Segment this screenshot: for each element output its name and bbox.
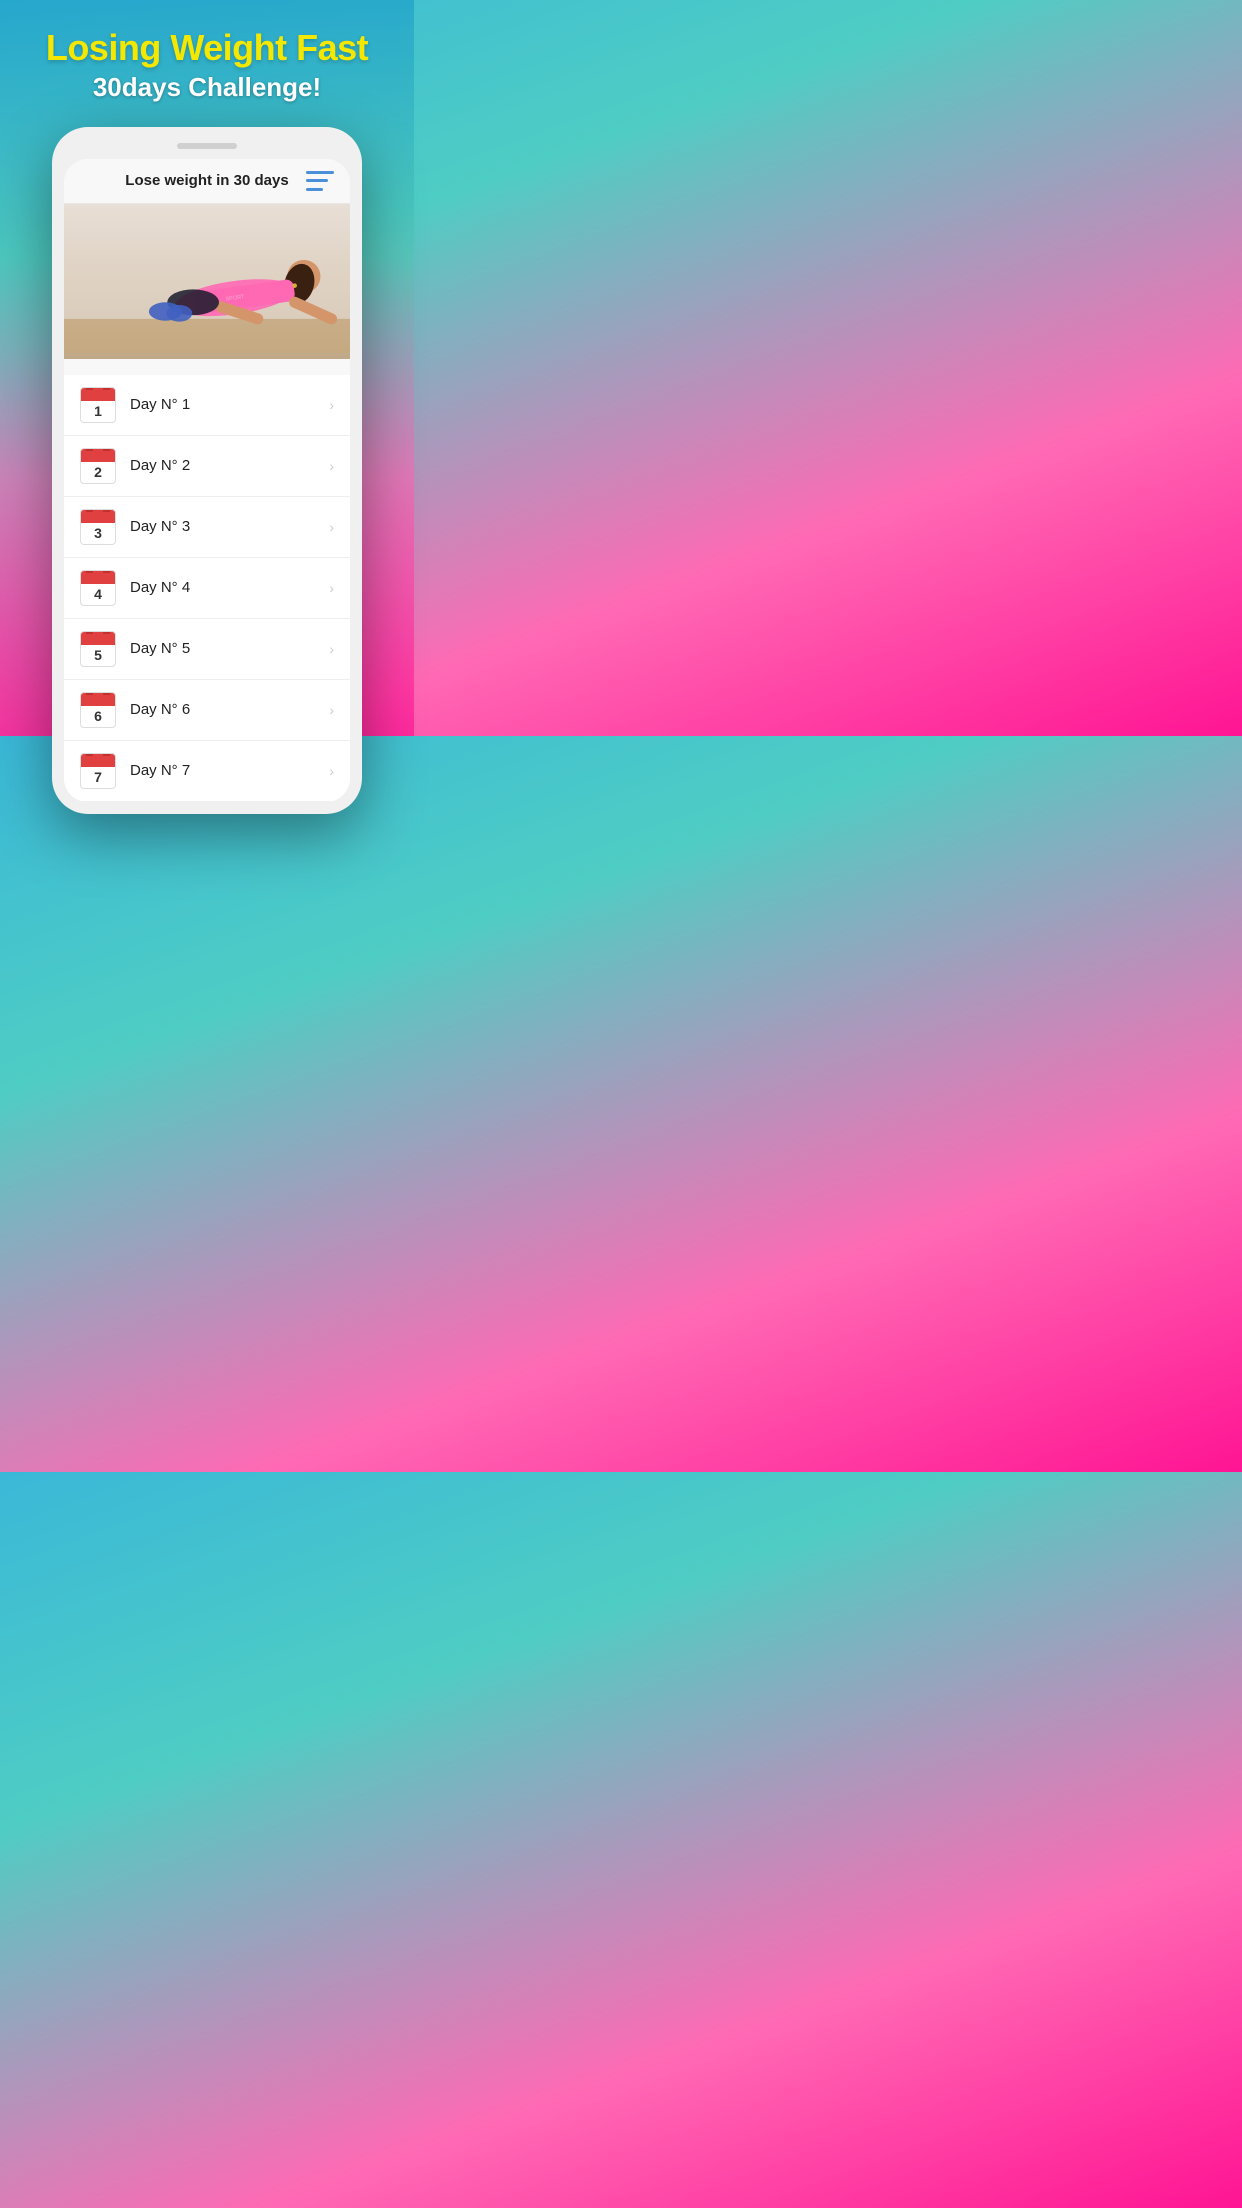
day-item[interactable]: 6 Day N° 6 › (64, 680, 350, 741)
phone-container: Lose weight in 30 days (52, 127, 362, 814)
image-spacer (64, 359, 350, 375)
calendar-icon: 6 (80, 692, 116, 728)
day-number: 1 (81, 401, 115, 421)
main-title: Losing Weight Fast (20, 28, 394, 68)
day-number: 6 (81, 706, 115, 726)
day-label: Day N° 3 (130, 518, 329, 535)
navbar-title: Lose weight in 30 days (125, 172, 288, 189)
chevron-right-icon: › (329, 397, 334, 413)
calendar-icon: 2 (80, 448, 116, 484)
workout-image: SPORT (64, 204, 350, 359)
day-label: Day N° 5 (130, 640, 329, 657)
menu-line-2 (306, 179, 328, 182)
app-navbar: Lose weight in 30 days (64, 159, 350, 204)
day-item[interactable]: 4 Day N° 4 › (64, 558, 350, 619)
menu-line-3 (306, 188, 323, 191)
day-label: Day N° 4 (130, 579, 329, 596)
day-number: 5 (81, 645, 115, 665)
chevron-right-icon: › (329, 641, 334, 657)
calendar-icon: 4 (80, 570, 116, 606)
day-label: Day N° 6 (130, 701, 329, 718)
day-item[interactable]: 3 Day N° 3 › (64, 497, 350, 558)
day-number: 4 (81, 584, 115, 604)
menu-line-1 (306, 171, 334, 174)
workout-svg: SPORT (64, 204, 350, 359)
day-label: Day N° 7 (130, 762, 329, 779)
chevron-right-icon: › (329, 580, 334, 596)
day-label: Day N° 2 (130, 457, 329, 474)
chevron-right-icon: › (329, 702, 334, 718)
calendar-icon: 5 (80, 631, 116, 667)
day-item[interactable]: 5 Day N° 5 › (64, 619, 350, 680)
menu-icon[interactable] (306, 171, 334, 191)
day-item[interactable]: 1 Day N° 1 › (64, 375, 350, 436)
days-list: 1 Day N° 1 › 2 Day N° 2 › (64, 375, 350, 802)
day-number: 7 (81, 767, 115, 787)
sub-title: 30days Challenge! (20, 72, 394, 103)
day-number: 3 (81, 523, 115, 543)
chevron-right-icon: › (329, 458, 334, 474)
chevron-right-icon: › (329, 519, 334, 535)
calendar-icon: 7 (80, 753, 116, 789)
day-number: 2 (81, 462, 115, 482)
header-section: Losing Weight Fast 30days Challenge! (0, 0, 414, 119)
phone-speaker (177, 143, 237, 149)
phone-screen: Lose weight in 30 days (64, 159, 350, 802)
day-label: Day N° 1 (130, 396, 329, 413)
calendar-icon: 3 (80, 509, 116, 545)
day-item[interactable]: 7 Day N° 7 › (64, 741, 350, 802)
day-item[interactable]: 2 Day N° 2 › (64, 436, 350, 497)
chevron-right-icon: › (329, 763, 334, 779)
calendar-icon: 1 (80, 387, 116, 423)
